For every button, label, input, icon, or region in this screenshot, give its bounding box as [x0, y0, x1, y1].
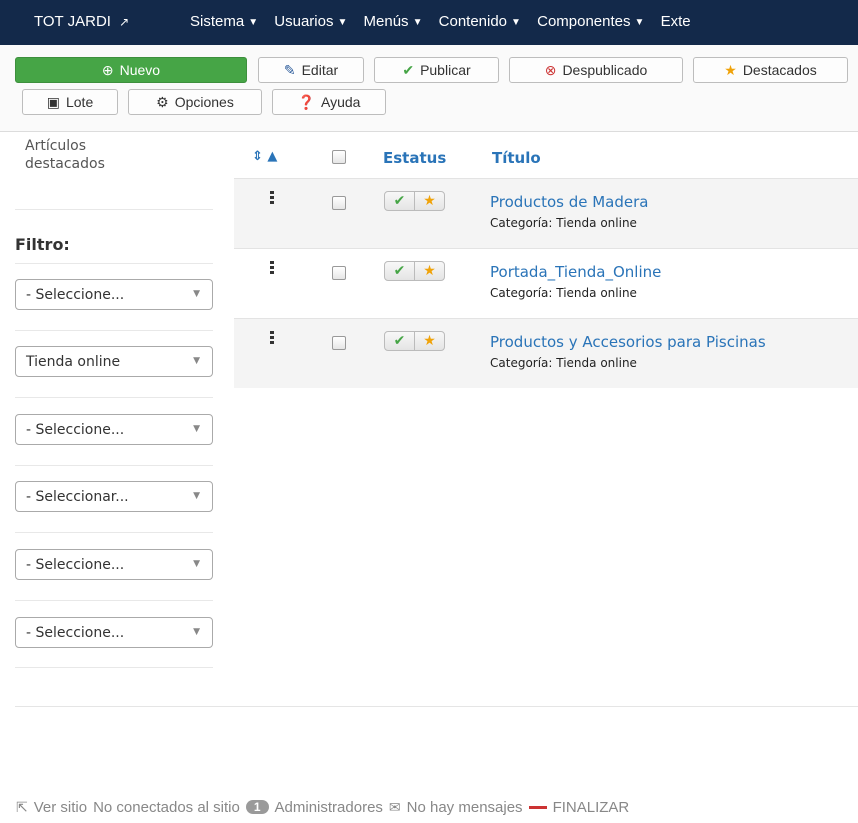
- column-status[interactable]: Estatus: [383, 149, 446, 167]
- chevron-down-icon: ▼: [412, 17, 423, 28]
- featured-star-icon[interactable]: ★: [414, 262, 444, 280]
- chevron-down-icon: ▼: [248, 17, 259, 28]
- envelope-icon: ✉: [388, 799, 401, 815]
- minus-icon: [528, 805, 547, 809]
- new-button[interactable]: ⊕ Nuevo: [15, 57, 247, 83]
- chevron-down-icon: ▼: [193, 491, 200, 501]
- row-checkbox[interactable]: [332, 336, 346, 350]
- divider: [15, 706, 858, 707]
- star-icon: ★: [724, 62, 737, 78]
- messages-link[interactable]: No hay mensajes: [407, 799, 523, 816]
- row-checkbox[interactable]: [332, 196, 346, 210]
- square-icon: ▣: [46, 94, 60, 110]
- times-circle-icon: ⊗: [544, 62, 557, 78]
- admins-label: Administradores: [274, 798, 383, 816]
- divider: [15, 465, 213, 466]
- featured-star-icon[interactable]: ★: [414, 192, 444, 210]
- drag-handle-icon[interactable]: [270, 261, 274, 276]
- select-all-checkbox[interactable]: [332, 150, 346, 164]
- filter-select-tag[interactable]: - Seleccione... ▼: [15, 617, 213, 648]
- logout-link[interactable]: FINALIZAR: [553, 799, 630, 816]
- chevron-down-icon: ▼: [193, 559, 200, 569]
- divider: [15, 263, 213, 264]
- chevron-down-icon: ▼: [337, 17, 348, 28]
- menu-sistema[interactable]: Sistema ▼: [190, 13, 258, 30]
- chevron-down-icon: ▼: [193, 289, 200, 299]
- filter-select-access[interactable]: - Seleccione... ▼: [15, 414, 213, 445]
- divider: [15, 397, 213, 398]
- visitors-status: No conectados al sitio: [93, 798, 240, 816]
- article-title-link[interactable]: Productos y Accesorios para Piscinas: [490, 333, 766, 351]
- filter-select-author[interactable]: - Seleccionar... ▼: [15, 481, 213, 512]
- divider: [15, 667, 213, 668]
- published-check-icon[interactable]: ✔: [385, 262, 414, 280]
- toolbar: ⊕ Nuevo ✎ Editar ✔ Publicar ⊗ Despublica…: [0, 45, 858, 132]
- table-header: ⇕ ▲ Estatus Título: [234, 140, 858, 178]
- external-link-icon: ↗: [119, 15, 130, 29]
- article-category: Categoría: Tienda online: [490, 286, 637, 300]
- published-check-icon[interactable]: ✔: [385, 192, 414, 210]
- published-check-icon[interactable]: ✔: [385, 332, 414, 350]
- filter-select-language[interactable]: - Seleccione... ▼: [15, 549, 213, 580]
- chevron-down-icon: ▼: [193, 627, 200, 637]
- featured-button[interactable]: ★ Destacados: [693, 57, 848, 83]
- table-row: ✔ ★ Productos y Accesorios para Piscinas…: [234, 318, 858, 388]
- check-icon: ✔: [402, 62, 415, 78]
- gear-icon: ⚙: [156, 94, 169, 110]
- question-circle-icon: ❓: [297, 94, 315, 110]
- filter-select-status[interactable]: - Seleccione... ▼: [15, 279, 213, 310]
- status-bar: ⇱ Ver sitio No conectados al sitio 1 Adm…: [16, 797, 629, 817]
- row-checkbox[interactable]: [332, 266, 346, 280]
- admin-count-badge: 1: [245, 800, 269, 814]
- chevron-down-icon: ▼: [511, 17, 521, 28]
- article-title-link[interactable]: Productos de Madera: [490, 193, 648, 211]
- article-category: Categoría: Tienda online: [490, 216, 637, 230]
- menu-usuarios[interactable]: Usuarios ▼: [274, 13, 347, 30]
- divider: [15, 330, 213, 331]
- table-row: ✔ ★ Productos de Madera Categoría: Tiend…: [234, 178, 858, 248]
- filter-select-category[interactable]: Tienda online ▼: [15, 346, 213, 377]
- column-title[interactable]: Título: [492, 149, 541, 167]
- status-toggle: ✔ ★: [384, 191, 445, 211]
- divider: [15, 600, 213, 601]
- help-button[interactable]: ❓ Ayuda: [272, 89, 386, 115]
- table-row: ✔ ★ Portada_Tienda_Online Categoría: Tie…: [234, 248, 858, 318]
- menu-extensiones[interactable]: Exte: [661, 13, 691, 30]
- sidebar-item-featured-articles[interactable]: Artículos destacados: [25, 137, 155, 173]
- drag-handle-icon[interactable]: [270, 331, 274, 346]
- chevron-down-icon: ▼: [634, 17, 645, 28]
- external-link-icon: ⇱: [16, 799, 28, 815]
- chevron-down-icon: ▼: [193, 424, 200, 434]
- site-title: TOT JARDI: [34, 13, 111, 30]
- batch-button[interactable]: ▣ Lote: [22, 89, 118, 115]
- divider: [15, 209, 213, 210]
- options-button[interactable]: ⚙ Opciones: [128, 89, 262, 115]
- divider: [15, 532, 213, 533]
- sort-ordering-icon[interactable]: ⇕ ▲: [252, 149, 277, 164]
- status-toggle: ✔ ★: [384, 261, 445, 281]
- menu-menus[interactable]: Menús ▼: [364, 13, 423, 30]
- menu-componentes[interactable]: Componentes ▼: [537, 13, 644, 30]
- article-title-link[interactable]: Portada_Tienda_Online: [490, 263, 661, 281]
- menu-contenido[interactable]: Contenido ▼: [439, 13, 521, 30]
- drag-handle-icon[interactable]: [270, 191, 274, 206]
- view-site-link[interactable]: Ver sitio: [34, 799, 87, 816]
- edit-icon: ✎: [283, 62, 296, 78]
- status-toggle: ✔ ★: [384, 331, 445, 351]
- main-menu: Sistema ▼ Usuarios ▼ Menús ▼ Contenido ▼ Com…: [190, 13, 703, 30]
- unpublish-button[interactable]: ⊗ Despublicado: [509, 57, 683, 83]
- article-category: Categoría: Tienda online: [490, 356, 637, 370]
- filter-heading: Filtro:: [15, 235, 70, 254]
- edit-button[interactable]: ✎ Editar: [258, 57, 364, 83]
- top-navbar: TOT JARDI ↗ Sistema ▼ Usuarios ▼ Menús ▼ Co…: [0, 0, 858, 45]
- chevron-down-icon: ▼: [193, 356, 200, 366]
- featured-star-icon[interactable]: ★: [414, 332, 444, 350]
- publish-button[interactable]: ✔ Publicar: [374, 57, 499, 83]
- site-link[interactable]: TOT JARDI ↗: [34, 13, 129, 30]
- plus-circle-icon: ⊕: [101, 62, 114, 78]
